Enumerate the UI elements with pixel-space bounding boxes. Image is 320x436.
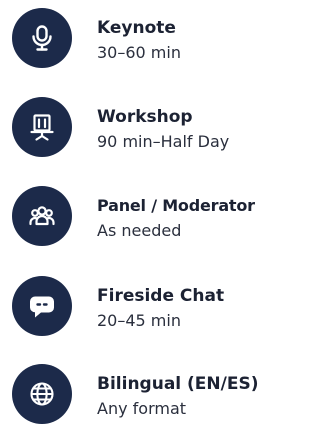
format-item-bilingual: Bilingual (EN/ES) Any format — [0, 356, 295, 436]
group-icon — [12, 186, 72, 246]
format-item-fireside-chat: Fireside Chat 20–45 min — [0, 268, 295, 348]
format-item-panel-moderator: Panel / Moderator As needed — [0, 178, 295, 258]
format-duration: 30–60 min — [97, 43, 181, 62]
format-title: Bilingual (EN/ES) — [97, 374, 259, 394]
format-title: Keynote — [97, 18, 176, 38]
microphone-icon — [12, 8, 72, 68]
format-title: Panel / Moderator — [97, 196, 255, 215]
format-duration: Any format — [97, 399, 187, 418]
presentation-board-icon — [12, 97, 72, 157]
format-item-workshop: Workshop 90 min–Half Day — [0, 89, 295, 169]
format-title: Fireside Chat — [97, 286, 225, 306]
format-duration: 20–45 min — [97, 311, 181, 330]
format-title: Workshop — [97, 107, 193, 127]
format-item-keynote: Keynote 30–60 min — [0, 0, 295, 80]
format-duration: As needed — [97, 221, 182, 240]
globe-icon — [12, 364, 72, 424]
chat-bubble-icon — [12, 276, 72, 336]
session-format-list: Keynote 30–60 min Workshop 90 min–Half D… — [0, 0, 295, 430]
format-duration: 90 min–Half Day — [97, 132, 230, 151]
